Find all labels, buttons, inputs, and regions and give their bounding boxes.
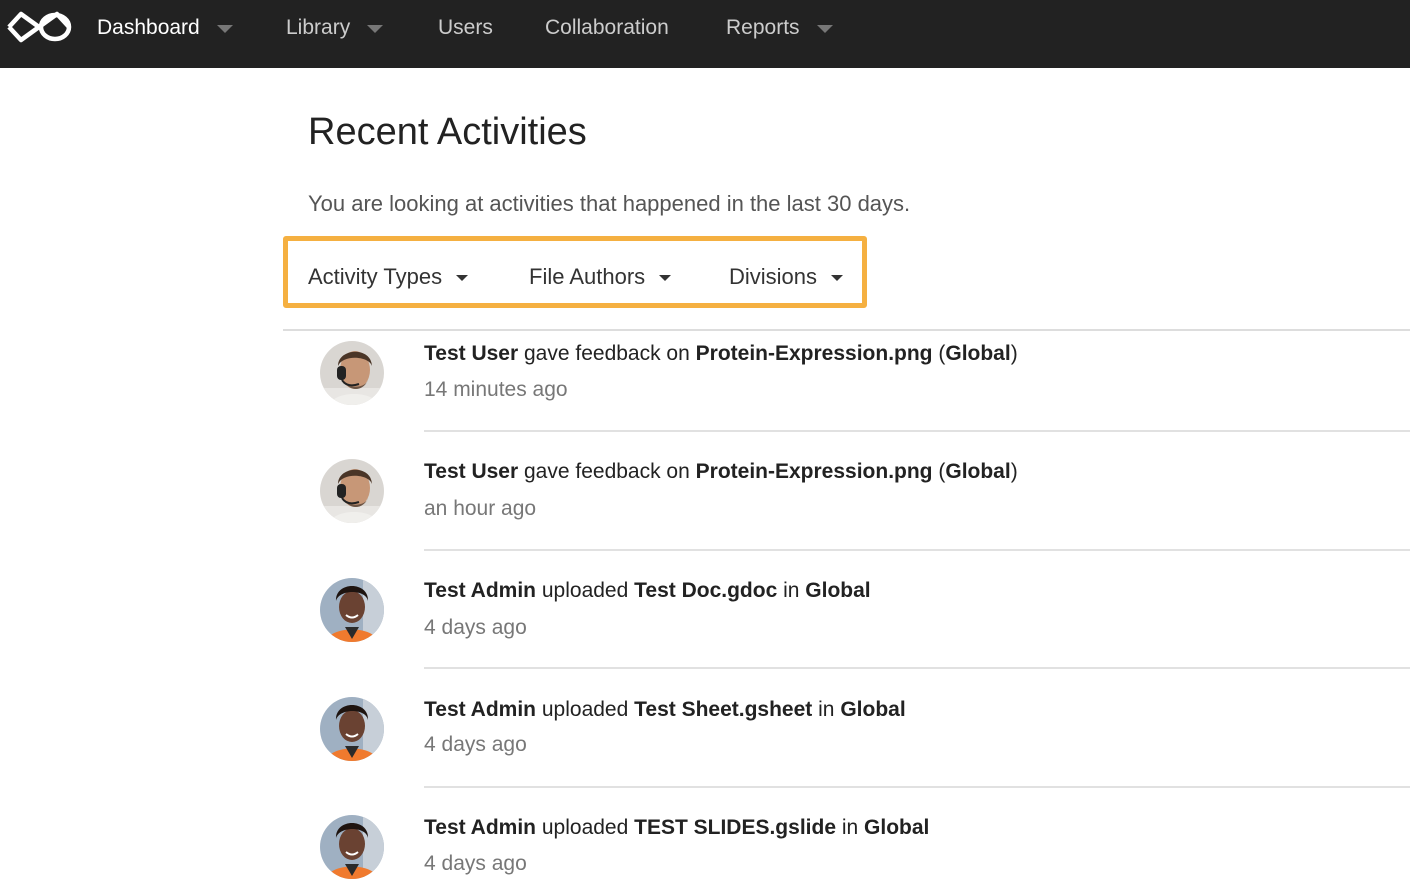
admin-avatar[interactable] [319,577,385,643]
filter-activity-types[interactable]: Activity Types [308,262,469,292]
activity-time: 4 days ago [424,733,527,756]
activity-actor[interactable]: Test Admin [424,816,536,839]
admin-avatar[interactable] [319,696,385,762]
activity-location[interactable]: Global [945,460,1010,483]
row-divider [424,549,1410,551]
activity-time: 4 days ago [424,852,527,875]
activity-verb: uploaded [541,579,629,602]
activity-object[interactable]: Test Sheet.gsheet [634,698,812,721]
caret-down-icon [659,275,672,281]
nav-library-label: Library [286,16,351,39]
chevron-down-icon [816,25,833,33]
activity-verb: gave feedback on [524,342,690,365]
activity-paren-close: ) [1010,460,1018,483]
filter-file-authors-label: File Authors [529,264,646,289]
top-navbar: Dashboard Library Users Collaboration Re… [0,0,1410,68]
nav-reports[interactable]: Reports [726,0,833,56]
page-title: Recent Activities [308,111,587,153]
activity-preposition: in [783,579,800,602]
nav-dashboard[interactable]: Dashboard [97,0,233,56]
activity-location[interactable]: Global [840,698,905,721]
activity-object[interactable]: Test Doc.gdoc [634,579,777,602]
activity-actor[interactable]: Test User [424,460,518,483]
activity-description: Test User gave feedback on Protein-Expre… [424,340,1018,368]
activity-actor[interactable]: Test Admin [424,698,536,721]
activity-paren-close: ) [1010,342,1018,365]
activity-time: 14 minutes ago [424,378,568,401]
activity-preposition: in [841,816,859,839]
row-divider [424,430,1410,432]
chevron-down-icon [367,25,384,33]
activity-location[interactable]: Global [945,342,1010,365]
filter-activity-types-label: Activity Types [308,264,443,289]
infinity-logo-icon[interactable] [6,8,72,46]
nav-collaboration[interactable]: Collaboration [545,0,669,56]
activity-object[interactable]: TEST SLIDES.gslide [634,816,836,839]
activity-description: Test Admin uploaded Test Doc.gdoc in Glo… [424,577,871,605]
activity-location[interactable]: Global [864,816,929,839]
activity-time: 4 days ago [424,616,527,639]
activity-verb: uploaded [541,816,629,839]
activity-description: Test User gave feedback on Protein-Expre… [424,458,1018,486]
activity-actor[interactable]: Test Admin [424,579,536,602]
filter-divisions-label: Divisions [729,264,818,289]
activity-actor[interactable]: Test User [424,342,518,365]
filter-file-authors[interactable]: File Authors [529,262,672,292]
activity-object[interactable]: Protein-Expression.png [696,460,933,483]
row-divider [424,667,1410,669]
activity-description: Test Admin uploaded TEST SLIDES.gslide i… [424,814,929,842]
filter-divisions[interactable]: Divisions [729,262,844,292]
nav-users[interactable]: Users [438,0,493,56]
activity-verb: gave feedback on [524,460,690,483]
caret-down-icon [831,275,844,281]
user-avatar[interactable] [319,458,385,524]
caret-down-icon [456,275,469,281]
activity-preposition: in [818,698,835,721]
chevron-down-icon [216,25,233,33]
nav-collaboration-label: Collaboration [545,16,669,39]
user-avatar[interactable] [319,340,385,406]
activity-object[interactable]: Protein-Expression.png [696,342,933,365]
page-subtitle: You are looking at activities that happe… [308,191,911,216]
admin-avatar[interactable] [319,814,385,880]
activity-location[interactable]: Global [805,579,870,602]
activity-verb: uploaded [541,698,629,721]
nav-users-label: Users [438,16,493,39]
activity-time: an hour ago [424,497,537,520]
divider [283,329,1410,331]
activity-description: Test Admin uploaded Test Sheet.gsheet in… [424,696,906,724]
nav-dashboard-label: Dashboard [97,16,200,39]
row-divider [424,786,1410,788]
nav-library[interactable]: Library [286,0,384,56]
nav-reports-label: Reports [726,16,800,39]
